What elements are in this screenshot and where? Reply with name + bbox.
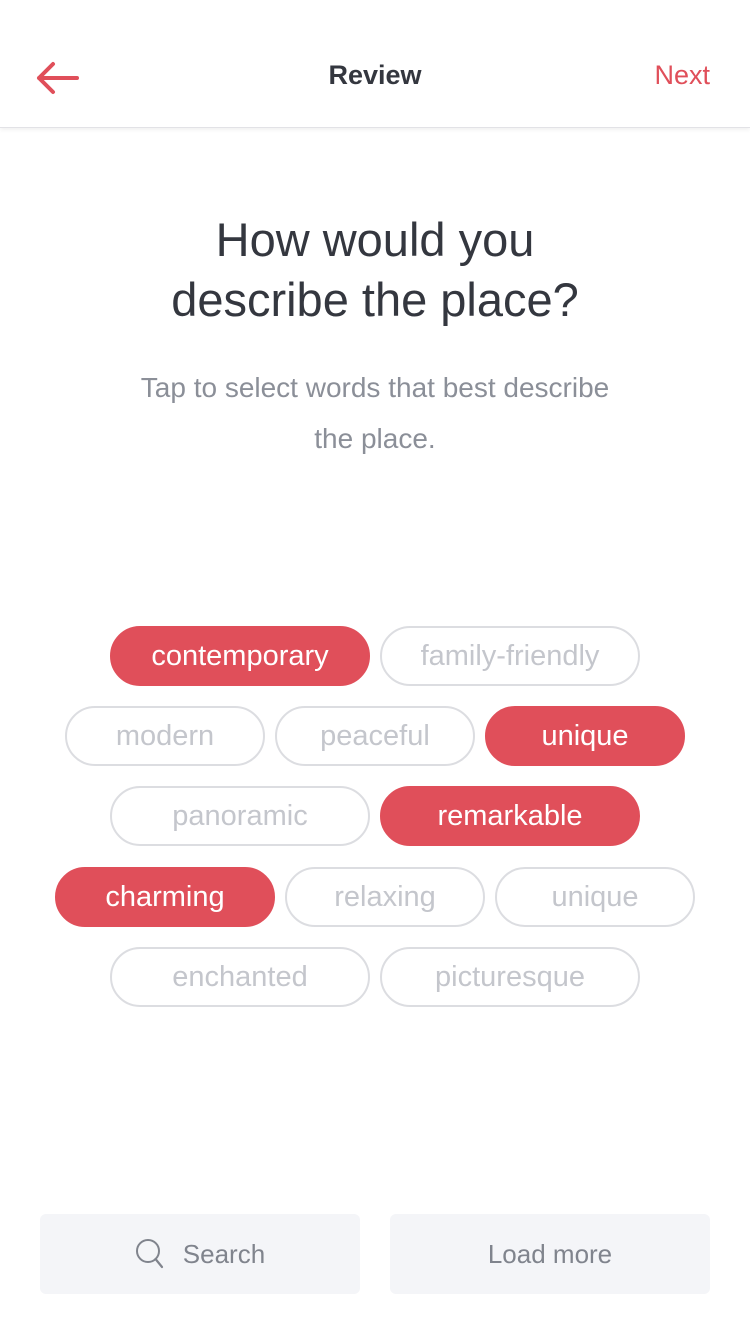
chip-family-friendly[interactable]: family-friendly <box>380 626 640 686</box>
search-button[interactable]: Search <box>40 1214 360 1294</box>
page-title: Review <box>328 60 422 90</box>
chip-peaceful[interactable]: peaceful <box>275 706 475 766</box>
chip-unique-2[interactable]: unique <box>495 867 695 927</box>
review-screen: Review Next How would you describe the p… <box>0 0 750 1334</box>
question-line-2: describe the place? <box>171 273 579 326</box>
search-icon <box>135 1238 165 1270</box>
chip-charming[interactable]: charming <box>55 867 275 927</box>
chip-panoramic[interactable]: panoramic <box>110 786 370 846</box>
load-more-button[interactable]: Load more <box>390 1214 710 1294</box>
search-button-label: Search <box>182 1238 266 1269</box>
instruction-text: Tap to select words that best describe t… <box>100 362 650 464</box>
next-button[interactable]: Next <box>654 60 710 91</box>
chip-unique[interactable]: unique <box>485 706 685 766</box>
chip-relaxing[interactable]: relaxing <box>285 867 485 927</box>
chip-contemporary[interactable]: contemporary <box>110 626 370 686</box>
chip-modern[interactable]: modern <box>65 706 265 766</box>
question-line-1: How would you <box>215 213 535 266</box>
instruction-line-1: Tap to select words that best describe <box>140 372 610 403</box>
chip-remarkable[interactable]: remarkable <box>380 786 640 846</box>
top-nav-bar: Review Next <box>0 0 750 128</box>
chip-picturesque[interactable]: picturesque <box>380 947 640 1007</box>
instruction-line-2: the place. <box>314 423 436 454</box>
question-heading: How would you describe the place? <box>0 210 750 330</box>
chip-enchanted[interactable]: enchanted <box>110 947 370 1007</box>
